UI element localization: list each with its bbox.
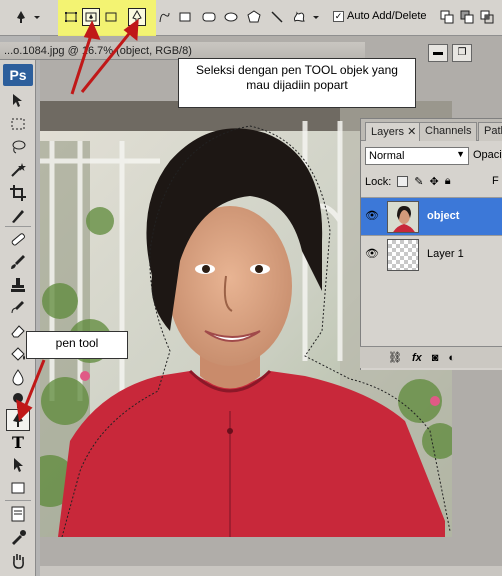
- auto-add-delete-checkbox[interactable]: ✓ Auto Add/Delete: [333, 10, 427, 22]
- rectangle-tool-icon[interactable]: [6, 477, 30, 499]
- tab-paths[interactable]: Path: [478, 122, 502, 141]
- fx-button[interactable]: fx: [412, 352, 422, 364]
- callout-main: Seleksi dengan pen TOOL objek yang mau d…: [178, 58, 416, 108]
- adjustment-layer-icon[interactable]: ◐: [448, 352, 455, 364]
- lock-row: Lock: ✎ ✥ 🔒︎: [365, 175, 451, 188]
- lock-transparent-icon[interactable]: [397, 176, 409, 187]
- pen-tool-icon[interactable]: [6, 409, 30, 431]
- rounded-rectangle-icon[interactable]: [200, 8, 218, 26]
- blend-mode-value: Normal: [369, 150, 405, 162]
- subtract-path-icon[interactable]: [458, 8, 476, 26]
- custom-shape-icon[interactable]: [290, 8, 308, 26]
- lock-move-icon[interactable]: ✥: [430, 175, 439, 188]
- rectangle-icon[interactable]: [176, 8, 194, 26]
- layer-thumbnail: [387, 239, 419, 271]
- tools-separator: [5, 226, 31, 227]
- chevron-down-icon: ▼: [456, 149, 465, 159]
- callout-pen-tool: pen tool: [26, 331, 128, 359]
- brush-tool-icon[interactable]: [6, 251, 30, 273]
- line-icon[interactable]: [268, 8, 286, 26]
- link-layers-icon[interactable]: ⛓: [388, 351, 402, 364]
- layer-row-layer-1[interactable]: 👁︎ Layer 1: [361, 235, 502, 273]
- pen-tool-icon[interactable]: [12, 8, 30, 26]
- freeform-pen-icon[interactable]: [155, 8, 173, 26]
- combine-path-icon[interactable]: [438, 8, 456, 26]
- ellipse-icon[interactable]: [222, 8, 240, 26]
- chevron-down-icon[interactable]: [311, 8, 321, 26]
- status-bar: [40, 566, 502, 576]
- window-controls: ▬ ❐: [428, 44, 472, 62]
- hand-tool-icon[interactable]: [6, 549, 30, 571]
- eyedropper-icon[interactable]: [6, 526, 30, 548]
- restore-icon[interactable]: ❐: [452, 44, 472, 62]
- layer-name: object: [427, 210, 460, 222]
- path-selection-icon[interactable]: [6, 454, 30, 476]
- crop-tool-icon[interactable]: [6, 182, 30, 204]
- layer-mask-icon[interactable]: ◙: [432, 352, 439, 364]
- blend-mode-select[interactable]: Normal ▼: [365, 147, 469, 165]
- tools-separator: [5, 500, 31, 501]
- layers-panel: Layers ✕ Channels Path Normal ▼ Opacit L…: [360, 118, 502, 370]
- intersect-path-icon[interactable]: [478, 8, 496, 26]
- paths-icon[interactable]: [82, 8, 100, 26]
- document-title: ...o.1084.jpg @ 16.7% (object, RGB/8): [4, 45, 192, 57]
- chevron-down-icon[interactable]: [32, 8, 42, 26]
- lock-label: Lock:: [365, 175, 392, 188]
- options-bar: ✓ Auto Add/Delete: [0, 0, 502, 86]
- clone-stamp-icon[interactable]: [6, 274, 30, 296]
- eye-icon[interactable]: 👁︎: [365, 247, 379, 261]
- lock-brush-icon[interactable]: ✎: [414, 175, 423, 188]
- opacity-label: Opacit: [473, 149, 502, 161]
- fill-pixels-icon[interactable]: [102, 8, 120, 26]
- slice-tool-icon[interactable]: [6, 205, 30, 227]
- tab-channels[interactable]: Channels: [419, 122, 478, 141]
- healing-brush-icon[interactable]: [6, 228, 30, 250]
- panel-tabs: Layers ✕ Channels Path: [361, 119, 502, 141]
- lock-all-icon[interactable]: 🔒︎: [445, 175, 451, 188]
- auto-add-label: Auto Add/Delete: [347, 10, 427, 22]
- eye-icon[interactable]: 👁︎: [365, 209, 379, 223]
- blur-tool-icon[interactable]: [6, 366, 30, 388]
- history-brush-icon[interactable]: [6, 297, 30, 319]
- fill-label: F: [492, 175, 499, 187]
- type-tool-icon[interactable]: T: [6, 431, 30, 453]
- pen-icon[interactable]: [128, 8, 146, 26]
- tab-layers[interactable]: Layers ✕: [365, 122, 423, 141]
- dodge-tool-icon[interactable]: [6, 389, 30, 411]
- move-tool-icon[interactable]: [6, 90, 30, 112]
- polygon-icon[interactable]: [245, 8, 263, 26]
- layer-name: Layer 1: [427, 248, 464, 260]
- minimize-icon[interactable]: ▬: [428, 44, 448, 62]
- layers-footer: ⛓ fx ◙ ◐: [360, 346, 502, 368]
- layer-thumbnail: [387, 201, 419, 233]
- notes-tool-icon[interactable]: [6, 503, 30, 525]
- marquee-tool-icon[interactable]: [6, 113, 30, 135]
- lasso-tool-icon[interactable]: [6, 136, 30, 158]
- shape-layers-icon[interactable]: [62, 8, 80, 26]
- ps-logo: Ps: [3, 64, 33, 86]
- layer-row-object[interactable]: 👁︎ object: [361, 197, 502, 235]
- magic-wand-icon[interactable]: [6, 159, 30, 181]
- checkbox-box[interactable]: ✓: [333, 10, 344, 22]
